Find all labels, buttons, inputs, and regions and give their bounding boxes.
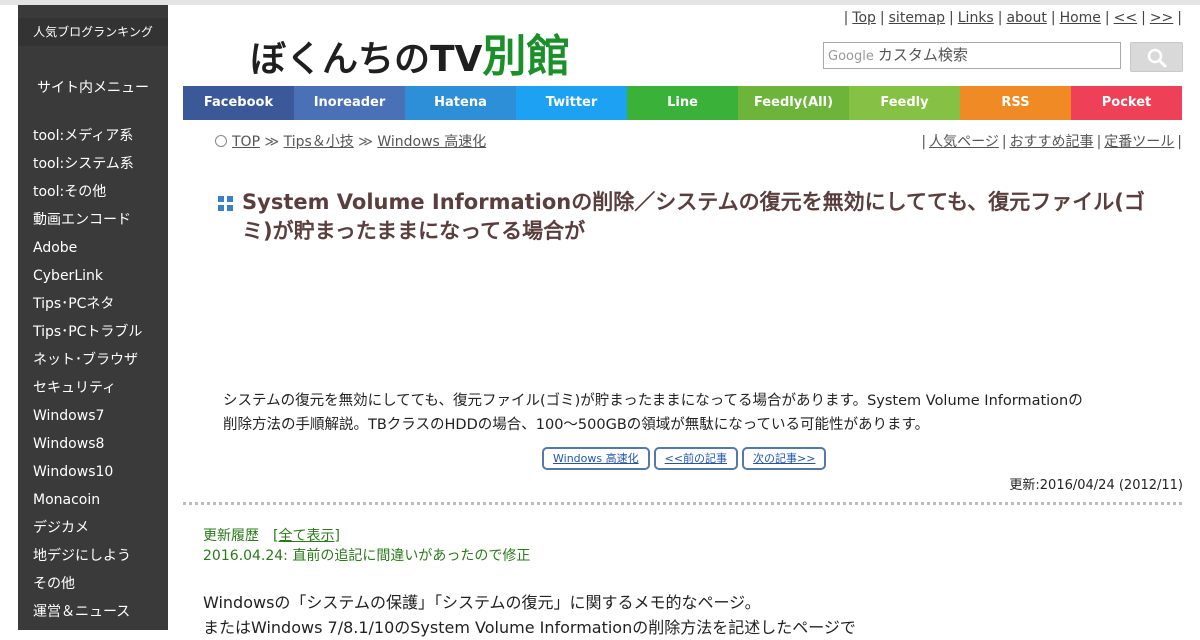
search-button[interactable] (1130, 42, 1183, 72)
featured-links: | 人気ページ | おすすめ記事 | 定番ツール | (921, 134, 1182, 150)
top-link-about[interactable]: about (1006, 10, 1046, 26)
logo-main-text: ぼくんちのTV (250, 39, 483, 80)
share-feedly-button[interactable]: Feedly (849, 86, 960, 120)
breadcrumb-separator: ≫ (358, 134, 373, 150)
top-strip (0, 0, 1200, 5)
sidebar-item[interactable]: Windows7 (33, 406, 142, 434)
site-logo[interactable]: ぼくんちのTV別館 (250, 20, 570, 84)
history-entry: 2016.04.24: 直前の追記に間違いがあったので修正 (203, 548, 531, 564)
article-nav: Windows 高速化 <<前の記事 次の記事>> (542, 447, 827, 470)
logo-accent-text: 別館 (482, 31, 571, 82)
share-twitter-button[interactable]: Twitter (516, 86, 627, 120)
social-share-bar: Facebook Inoreader Hatena Twitter Line F… (183, 86, 1182, 120)
top-link-links[interactable]: Links (958, 10, 994, 26)
article-body: Windowsの「システムの保護」「システムの復元」に関するメモ的なページ。 ま… (203, 590, 856, 640)
sidebar-menu-title: サイト内メニュー (37, 80, 149, 96)
intro-line: システムの復元を無効にしてても、復元ファイル(ゴミ)が貯まったままになってる場合… (223, 393, 1083, 409)
sidebar-item[interactable]: ネット･ブラウザ (33, 350, 142, 378)
sidebar-item[interactable]: Windows10 (33, 462, 142, 490)
search-icon (1147, 48, 1167, 68)
sidebar-item[interactable]: tool:メディア系 (33, 126, 142, 154)
divider (183, 502, 1182, 505)
article-intro: システムの復元を無効にしてても、復元ファイル(ゴミ)が貯まったままになってる場合… (223, 389, 1123, 437)
top-link-prev[interactable]: << (1114, 10, 1137, 26)
breadcrumb-windows-speedup[interactable]: Windows 高速化 (377, 134, 486, 150)
sidebar-item[interactable]: その他 (33, 574, 142, 602)
top-link-next[interactable]: >> (1150, 10, 1173, 26)
top-links: | Top | sitemap | Links | about | Home | << | >> | (843, 10, 1182, 26)
show-all-link[interactable]: 全て表示 (278, 528, 334, 544)
share-pocket-button[interactable]: Pocket (1071, 86, 1182, 120)
breadcrumb-tips[interactable]: Tips＆小技 (284, 134, 354, 150)
top-link-sitemap[interactable]: sitemap (889, 10, 945, 26)
sidebar-item[interactable]: Tips･PCネタ (33, 294, 142, 322)
ranking-banner[interactable]: 人気ブログランキング (18, 18, 168, 46)
sidebar-item[interactable]: Monacoin (33, 490, 142, 518)
share-facebook-button[interactable]: Facebook (183, 86, 294, 120)
standard-tools-link[interactable]: 定番ツール (1104, 134, 1174, 150)
sidebar-item[interactable]: Adobe (33, 238, 142, 266)
top-link-top[interactable]: Top (852, 10, 876, 26)
share-feedly-all-button[interactable]: Feedly(All) (738, 86, 849, 120)
recommended-articles-link[interactable]: おすすめ記事 (1010, 134, 1094, 150)
popular-pages-link[interactable]: 人気ページ (929, 134, 999, 150)
article-title: System Volume Informationの削除／システムの復元を無効に… (242, 190, 1145, 243)
share-hatena-button[interactable]: Hatena (405, 86, 516, 120)
sidebar-item[interactable]: tool:その他 (33, 182, 142, 210)
update-history: 更新履歴 [全て表示] 2016.04.24: 直前の追記に間違いがあったので修… (203, 526, 530, 566)
updated-date: 更新:2016/04/24 (2012/11) (1009, 478, 1183, 493)
history-bracket: ] (334, 528, 340, 544)
top-link-home[interactable]: Home (1060, 10, 1101, 26)
breadcrumb-top[interactable]: TOP (232, 134, 260, 150)
sidebar-item[interactable]: 運営＆ニュース (33, 602, 142, 630)
body-line: Windowsの「システムの保護」「システムの復元」に関するメモ的なページ。 (203, 593, 761, 612)
prev-article-button[interactable]: <<前の記事 (653, 447, 739, 470)
intro-line: 削除方法の手順解説。TBクラスのHDDの場合、100～500GBの領域が無駄にな… (223, 417, 930, 433)
sidebar-item[interactable]: 地デジにしよう (33, 546, 142, 574)
search-input[interactable]: Google カスタム検索 (823, 42, 1121, 69)
sidebar-item[interactable]: 動画エンコード (33, 210, 142, 238)
body-line: またはWindows 7/8.1/10のSystem Volume Inform… (203, 618, 856, 637)
sidebar-item[interactable]: Windows8 (33, 434, 142, 462)
sidebar-item[interactable]: セキュリティ (33, 378, 142, 406)
share-inoreader-button[interactable]: Inoreader (294, 86, 405, 120)
sidebar-item[interactable]: CyberLink (33, 266, 142, 294)
sidebar-item[interactable]: デジカメ (33, 518, 142, 546)
category-button[interactable]: Windows 高速化 (542, 447, 650, 470)
history-label: 更新履歴 [ (203, 528, 279, 544)
search-placeholder: カスタム検索 (877, 46, 968, 64)
title-bullet-icon (218, 196, 234, 212)
sidebar-item[interactable]: tool:システム系 (33, 154, 142, 182)
google-brand-label: Google (828, 49, 874, 64)
breadcrumb-separator: ≫ (264, 134, 280, 150)
sidebar-item[interactable]: Tips･PCトラブル (33, 322, 142, 350)
share-rss-button[interactable]: RSS (960, 86, 1071, 120)
circle-icon (215, 135, 227, 147)
breadcrumb: TOP ≫ Tips＆小技 ≫ Windows 高速化 (215, 131, 486, 151)
sidebar: 人気ブログランキング サイト内メニュー tool:メディア系 tool:システム… (18, 5, 168, 630)
sidebar-menu-list: tool:メディア系 tool:システム系 tool:その他 動画エンコード A… (33, 126, 142, 630)
next-article-button[interactable]: 次の記事>> (742, 447, 827, 470)
share-line-button[interactable]: Line (627, 86, 738, 120)
